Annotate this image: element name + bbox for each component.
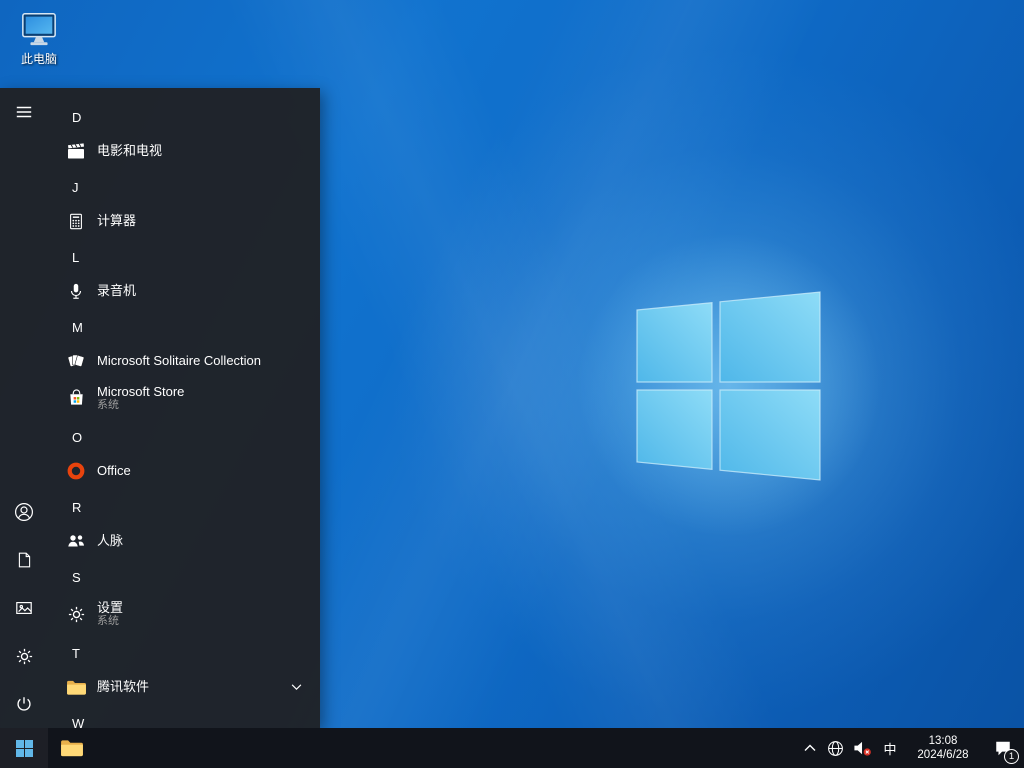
menu-icon [15, 103, 33, 121]
file-explorer-button[interactable] [48, 728, 96, 768]
app-label: Microsoft Store [97, 383, 185, 399]
taskbar: 中 13:08 2024/6/28 1 [0, 728, 1024, 768]
app-label: 人脉 [97, 533, 124, 549]
notification-badge: 1 [1004, 749, 1019, 764]
app-text: Microsoft Solitaire Collection [97, 353, 261, 368]
settings-icon [64, 602, 88, 626]
section-header-O[interactable]: O [48, 420, 320, 454]
start-section-W: W [48, 706, 320, 729]
microsoft-store-icon [64, 386, 88, 410]
start-section-J: J 计算器 [48, 170, 320, 238]
clock-date: 2024/6/28 [917, 749, 969, 761]
file-explorer-icon [60, 738, 84, 758]
app-sublabel: 系统 [97, 399, 119, 412]
start-app-people[interactable]: 人脉 [48, 524, 320, 558]
chevron-down-icon [291, 684, 302, 691]
movies-tv-icon [64, 139, 88, 163]
section-header-L[interactable]: L [48, 240, 320, 274]
start-section-S: S 设置 系统 [48, 560, 320, 634]
rail-documents-button[interactable] [0, 536, 48, 584]
app-label: Office [97, 463, 131, 479]
app-text: 设置 系统 [97, 600, 123, 628]
start-section-O: O Office [48, 420, 320, 488]
voice-recorder-icon [64, 279, 88, 303]
app-text: 计算器 [97, 213, 136, 228]
documents-icon [16, 551, 33, 569]
system-tray: 中 13:08 2024/6/28 1 [798, 728, 1024, 768]
office-icon [64, 459, 88, 483]
power-icon [15, 695, 33, 713]
app-text: 电影和电视 [97, 143, 162, 158]
tencent-folder-icon [64, 675, 88, 699]
rail-menu-button[interactable] [0, 88, 48, 136]
desktop-icon-this-pc[interactable]: 此电脑 [8, 10, 70, 67]
rail-bottom-group [0, 488, 48, 728]
rail-account-button[interactable] [0, 488, 48, 536]
start-button[interactable] [0, 728, 48, 768]
start-app-calculator[interactable]: 计算器 [48, 204, 320, 238]
start-app-voice-recorder[interactable]: 录音机 [48, 274, 320, 308]
app-text: Office [97, 463, 131, 478]
section-header-J[interactable]: J [48, 170, 320, 204]
start-section-R: R 人脉 [48, 490, 320, 558]
screen: 此电脑 D 电影和电视 J 计算器 L 录音机 M Microsoft Solitaire C… [0, 0, 1024, 768]
desktop-icon-label: 此电脑 [20, 52, 57, 66]
windows-logo [636, 291, 821, 481]
app-text: 腾讯软件 [97, 679, 149, 694]
section-header-S[interactable]: S [48, 560, 320, 594]
start-section-L: L 录音机 [48, 240, 320, 308]
settings-icon [15, 647, 34, 666]
app-text: 录音机 [97, 283, 136, 298]
solitaire-icon [64, 349, 88, 373]
section-header-D[interactable]: D [48, 100, 320, 134]
volume-muted-icon[interactable] [848, 728, 876, 768]
pictures-icon [15, 599, 33, 617]
rail-pictures-button[interactable] [0, 584, 48, 632]
start-rail [0, 88, 48, 728]
start-menu: D 电影和电视 J 计算器 L 录音机 M Microsoft Solitaire Colle… [0, 88, 320, 728]
app-label: Microsoft Solitaire Collection [97, 353, 262, 369]
people-icon [64, 529, 88, 553]
section-header-R[interactable]: R [48, 490, 320, 524]
app-label: 电影和电视 [97, 143, 163, 159]
clock-time: 13:08 [928, 735, 958, 747]
app-label: 设置 [97, 599, 124, 615]
start-app-solitaire[interactable]: Microsoft Solitaire Collection [48, 344, 320, 378]
app-text: Microsoft Store 系统 [97, 384, 184, 412]
section-header-M[interactable]: M [48, 310, 320, 344]
start-section-D: D 电影和电视 [48, 100, 320, 168]
taskbar-clock[interactable]: 13:08 2024/6/28 [904, 728, 982, 768]
app-label: 腾讯软件 [97, 679, 150, 695]
section-header-W[interactable]: W [48, 706, 320, 729]
rail-top-group [0, 88, 48, 136]
app-text: 人脉 [97, 533, 123, 548]
app-label: 计算器 [97, 213, 137, 229]
network-globe-icon[interactable] [822, 728, 848, 768]
start-app-office[interactable]: Office [48, 454, 320, 488]
app-label: 录音机 [97, 283, 137, 299]
start-app-settings[interactable]: 设置 系统 [48, 594, 320, 634]
start-app-tencent-folder[interactable]: 腾讯软件 [48, 670, 320, 704]
ime-indicator[interactable]: 中 [876, 728, 904, 768]
start-section-M: M Microsoft Solitaire Collection Microsoft… [48, 310, 320, 418]
rail-power-button[interactable] [0, 680, 48, 728]
start-app-microsoft-store[interactable]: Microsoft Store 系统 [48, 378, 320, 418]
section-header-T[interactable]: T [48, 636, 320, 670]
account-icon [14, 502, 34, 522]
start-app-list: D 电影和电视 J 计算器 L 录音机 M Microsoft Solitaire Colle… [48, 88, 320, 728]
start-section-T: T 腾讯软件 [48, 636, 320, 704]
tray-chevron-up-icon[interactable] [798, 728, 822, 768]
calculator-icon [64, 209, 88, 233]
rail-settings-button[interactable] [0, 632, 48, 680]
this-pc-icon [18, 10, 60, 48]
action-center-button[interactable]: 1 [982, 728, 1024, 768]
windows-start-icon [15, 739, 33, 757]
app-sublabel: 系统 [97, 615, 119, 628]
start-app-movies-tv[interactable]: 电影和电视 [48, 134, 320, 168]
